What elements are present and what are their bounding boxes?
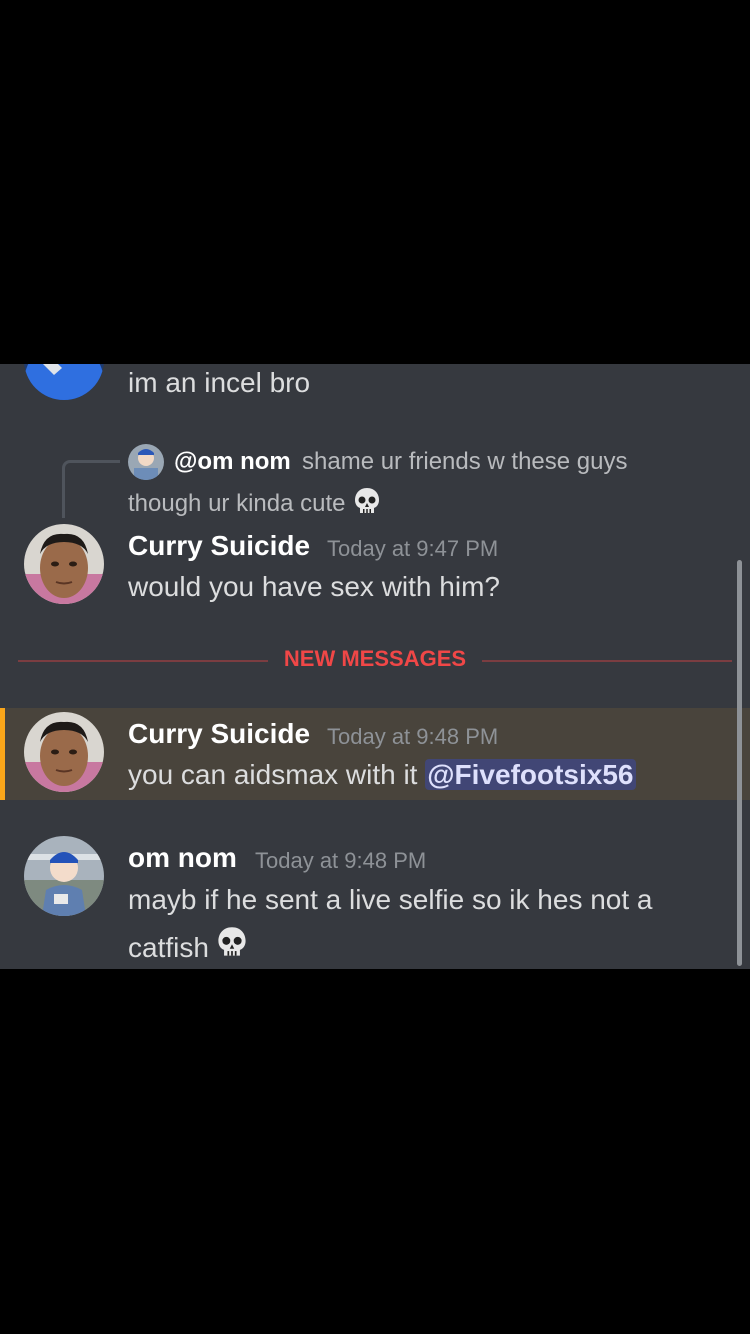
message-timestamp: Today at 9:47 PM: [327, 536, 499, 561]
message-timestamp: Today at 9:48 PM: [327, 724, 499, 749]
message-text: would you have sex with him?: [128, 571, 500, 602]
new-messages-divider-line: [482, 660, 732, 662]
reply-avatar[interactable]: [128, 444, 164, 480]
message-text-content: you can aidsmax with it: [128, 759, 426, 790]
author-name[interactable]: om nom: [128, 842, 237, 874]
avatar[interactable]: [24, 524, 104, 604]
reply-preview-text-line2-content: though ur kinda cute: [128, 489, 346, 517]
mention-highlight-bar: [0, 708, 5, 800]
message-text: mayb if he sent a live selfie so ik hes …: [128, 884, 653, 915]
avatar[interactable]: [24, 364, 104, 400]
message-text: you can aidsmax with it @Fivefootsix56: [128, 751, 636, 799]
reply-connector: [62, 460, 120, 518]
user-mention[interactable]: @Fivefootsix56: [425, 759, 636, 790]
message-text-line2: catfish: [128, 924, 249, 969]
author-name[interactable]: Curry Suicide: [128, 718, 310, 750]
avatar[interactable]: [24, 712, 104, 792]
scrollbar[interactable]: [737, 560, 742, 966]
reply-author[interactable]: @om nom: [174, 448, 291, 476]
message-text-line2-content: catfish: [128, 932, 209, 963]
new-messages-divider-line: [18, 660, 268, 662]
chat-panel: im an incel bro @om nom shame ur friends…: [0, 364, 750, 969]
new-messages-label: NEW MESSAGES: [283, 646, 467, 671]
avatar[interactable]: [24, 836, 104, 916]
message-timestamp: Today at 9:48 PM: [255, 848, 427, 873]
reply-preview-text[interactable]: shame ur friends w these guys: [302, 448, 628, 476]
author-name[interactable]: Curry Suicide: [128, 530, 310, 562]
message-text: im an incel bro: [128, 367, 311, 398]
skull-icon: [352, 486, 382, 523]
reply-preview-text-line2[interactable]: though ur kinda cute: [128, 486, 382, 523]
skull-icon: [215, 925, 249, 969]
